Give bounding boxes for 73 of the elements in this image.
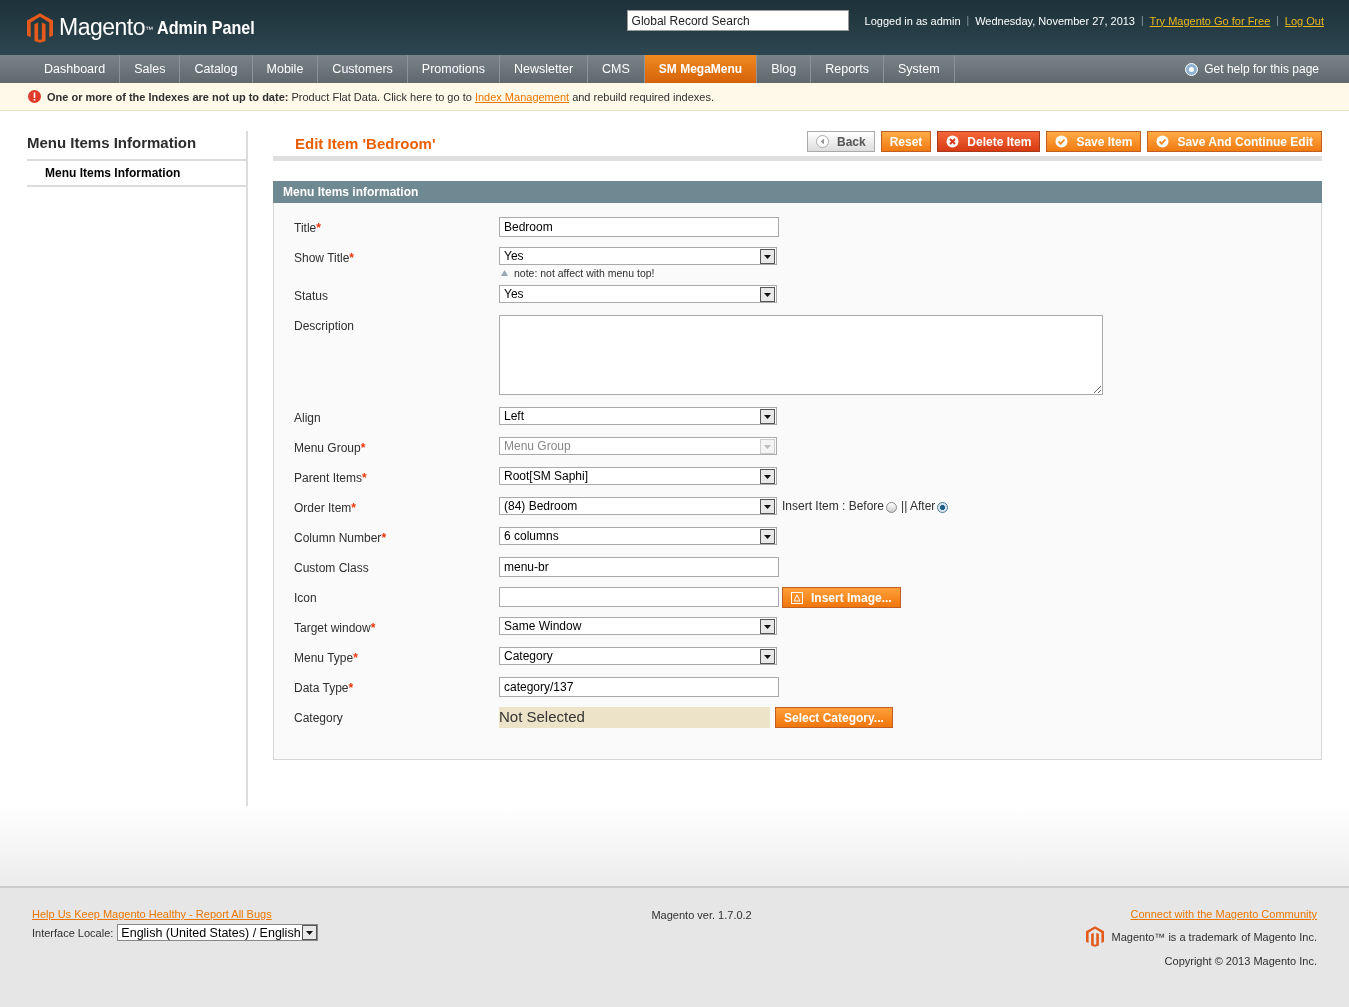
select-field[interactable]: Yes	[499, 285, 777, 303]
action-button[interactable]: Back	[807, 131, 875, 152]
field-label: Column Number*	[294, 530, 388, 547]
select-field[interactable]: Left	[499, 407, 777, 425]
nav-tab[interactable]: SM MegaMenu	[644, 55, 758, 83]
field-label: Parent Items*	[294, 470, 368, 487]
locale-label: Interface Locale:	[32, 926, 114, 939]
magento-logo-icon	[27, 12, 53, 43]
description-textarea[interactable]	[499, 315, 1103, 395]
error-icon	[28, 90, 41, 103]
field-label: Description	[294, 318, 356, 335]
field-label: Custom Class	[294, 560, 370, 577]
category-value: Not Selected	[499, 707, 770, 728]
action-button[interactable]: Delete Item	[937, 131, 1041, 152]
separator: |	[1276, 15, 1279, 26]
sidebar-tab[interactable]: Menu Items Information	[27, 161, 246, 187]
image-icon	[791, 591, 803, 604]
text-field[interactable]: Bedroom	[499, 217, 779, 237]
select-field[interactable]: Same Window	[499, 617, 777, 635]
separator: |	[1141, 15, 1144, 26]
radio-button[interactable]	[937, 502, 949, 513]
help-icon	[1185, 62, 1199, 76]
sidebar-title: Menu Items Information	[27, 131, 246, 161]
page-title: Edit Item 'Bedroom'	[295, 135, 436, 152]
field-label: Target window*	[294, 620, 377, 637]
checkmark-icon	[1055, 135, 1069, 148]
fieldset-header: Menu Items information	[273, 181, 1322, 203]
magento-logo-icon	[1085, 926, 1104, 947]
header-link[interactable]: Try Magento Go for Free	[1149, 14, 1271, 27]
note-arrow-icon	[501, 270, 508, 276]
select-field[interactable]: Root[SM Saphi]	[499, 467, 777, 485]
copyright-text: Copyright © 2013 Magento Inc.	[1164, 955, 1317, 967]
help-link[interactable]: Get help for this page	[1204, 62, 1319, 76]
field-label: Category	[294, 710, 344, 727]
locale-select[interactable]: English (United States) / English	[117, 924, 318, 941]
field-label: Menu Type*	[294, 650, 359, 667]
text-field[interactable]: menu-br	[499, 557, 779, 577]
field-label: Show Title*	[294, 250, 356, 267]
trademark-text: Magento™ is a trademark of Magento Inc.	[1111, 930, 1317, 943]
field-label: Align	[294, 410, 322, 427]
delete-icon	[946, 135, 960, 148]
index-management-link[interactable]: Index Management	[474, 90, 570, 103]
insert-image-button[interactable]: Insert Image...	[782, 587, 901, 608]
logo-product: Admin Panel	[157, 16, 255, 39]
checkmark-icon	[1156, 135, 1170, 148]
select-category-button[interactable]: Select Category...	[775, 707, 893, 728]
header-link[interactable]: Log Out	[1284, 14, 1324, 27]
version-text: Magento ver. 1.7.0.2	[651, 908, 752, 923]
radio-label: || After	[901, 498, 936, 513]
logo-brand: Magento	[59, 14, 145, 41]
field-label: Order Item*	[294, 500, 358, 517]
report-bugs-link[interactable]: Help Us Keep Magento Healthy - Report All Bugs	[32, 908, 318, 920]
text-field[interactable]: category/137	[499, 677, 779, 697]
field-label: Icon	[294, 590, 318, 607]
field-note: note: not affect with menu top!	[514, 267, 655, 279]
select-field[interactable]: (84) Bedroom	[499, 497, 777, 515]
field-label: Data Type*	[294, 680, 355, 697]
separator: |	[966, 15, 970, 26]
select-field[interactable]: Yes	[499, 247, 777, 265]
field-label: Menu Group*	[294, 440, 367, 457]
logged-in-text: Logged in as admin	[864, 14, 961, 27]
radio-label: Insert Item : Before	[782, 498, 885, 513]
community-link[interactable]: Connect with the Magento Community	[1130, 908, 1317, 920]
field-label: Title*	[294, 220, 322, 237]
image-path-field[interactable]	[499, 587, 779, 607]
search-field[interactable]: Global Record Search	[626, 10, 849, 31]
select-field[interactable]: 6 columns	[499, 527, 777, 545]
notice-text: One or more of the Indexes are not up to date: Product Flat Data. Click here to go to Index Management and rebuild required indexes.	[47, 90, 714, 103]
date-text: Wednesday, November 27, 2013	[975, 14, 1135, 27]
field-label: Status	[294, 288, 330, 305]
select-field[interactable]: Category	[499, 647, 777, 665]
trademark-mark: ™	[145, 24, 153, 34]
radio-button[interactable]	[886, 502, 898, 513]
